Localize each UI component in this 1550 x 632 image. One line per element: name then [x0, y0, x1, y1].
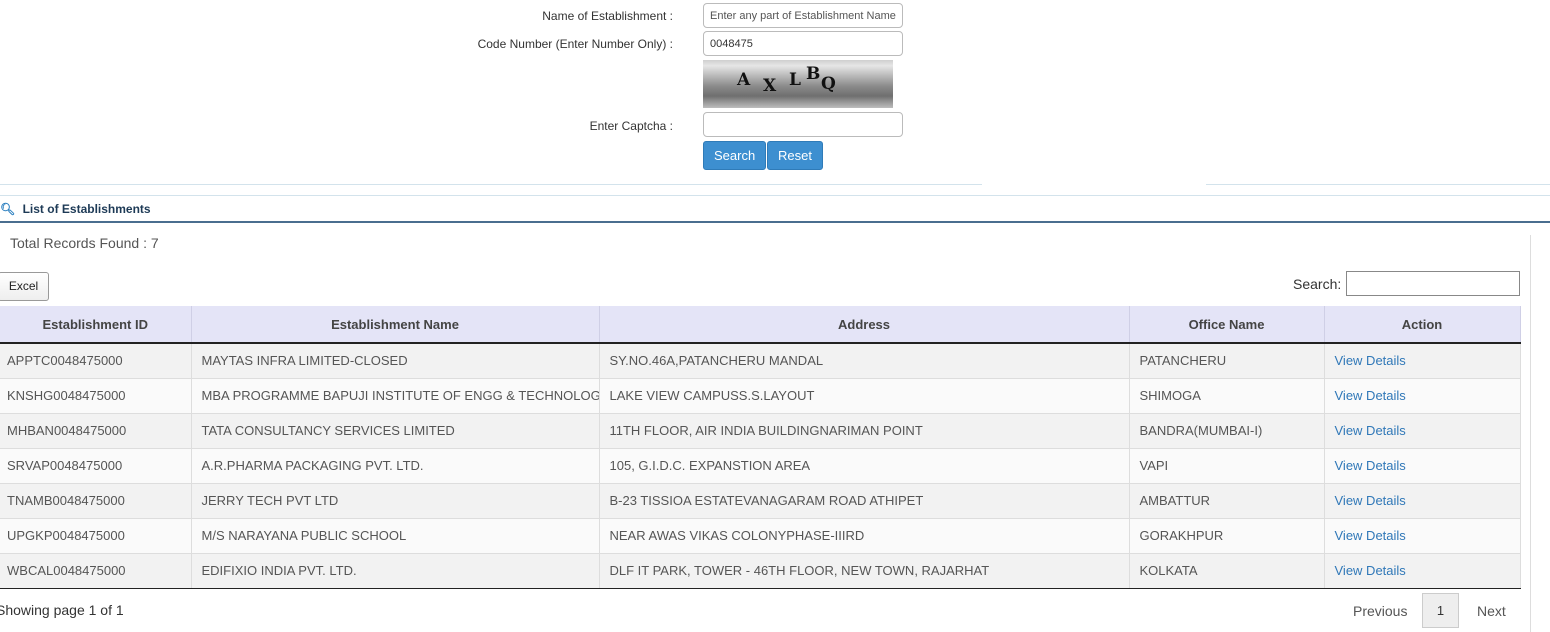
action-cell: View Details: [1324, 343, 1521, 379]
address-cell: 105, G.I.D.C. EXPANSTION AREA: [599, 448, 1130, 484]
section-heading: 🔍︎ List of Establishments: [0, 202, 151, 216]
table-row: APPTC0048475000 MAYTAS INFRA LIMITED-CLO…: [0, 343, 1521, 379]
captcha-char: B: [806, 64, 821, 84]
code-number-label: Code Number (Enter Number Only) :: [477, 37, 673, 51]
view-details-link[interactable]: View Details: [1335, 528, 1406, 543]
establishments-table: Establishment ID Establishment Name Addr…: [0, 306, 1521, 589]
table-row: KNSHG0048475000 MBA PROGRAMME BAPUJI INS…: [0, 378, 1521, 414]
office-name-cell: GORAKHPUR: [1129, 518, 1325, 554]
establishment-name-input[interactable]: [703, 3, 903, 28]
establishment-id-cell: WBCAL0048475000: [0, 553, 192, 589]
office-name-cell: KOLKATA: [1129, 553, 1325, 589]
table-search-label: Search:: [1293, 276, 1342, 292]
view-details-link[interactable]: View Details: [1335, 388, 1406, 403]
establishment-id-cell: SRVAP0048475000: [0, 448, 192, 484]
establishment-name-cell: M/S NARAYANA PUBLIC SCHOOL: [191, 518, 600, 554]
action-cell: View Details: [1324, 553, 1521, 589]
view-details-link[interactable]: View Details: [1335, 563, 1406, 578]
address-cell: 11TH FLOOR, AIR INDIA BUILDINGNARIMAN PO…: [599, 413, 1130, 449]
column-header-establishment-name[interactable]: Establishment Name: [191, 306, 600, 344]
view-details-link[interactable]: View Details: [1335, 423, 1406, 438]
search-icon: 🔍︎: [0, 202, 16, 216]
office-name-cell: BANDRA(MUMBAI-I): [1129, 413, 1325, 449]
table-row: UPGKP0048475000 M/S NARAYANA PUBLIC SCHO…: [0, 518, 1521, 554]
table-header-row: Establishment ID Establishment Name Addr…: [0, 306, 1521, 344]
office-name-cell: SHIMOGA: [1129, 378, 1325, 414]
page-1-button[interactable]: 1: [1422, 593, 1459, 628]
divider: [0, 195, 1550, 196]
code-number-input[interactable]: [703, 31, 903, 56]
establishment-id-cell: UPGKP0048475000: [0, 518, 192, 554]
view-details-link[interactable]: View Details: [1335, 353, 1406, 368]
action-cell: View Details: [1324, 483, 1521, 519]
captcha-char: Q: [821, 74, 836, 94]
action-cell: View Details: [1324, 518, 1521, 554]
captcha-char: A: [737, 70, 751, 90]
office-name-cell: VAPI: [1129, 448, 1325, 484]
establishment-name-cell: TATA CONSULTANCY SERVICES LIMITED: [191, 413, 600, 449]
view-details-link[interactable]: View Details: [1335, 493, 1406, 508]
establishment-name-cell: MBA PROGRAMME BAPUJI INSTITUTE OF ENGG &…: [191, 378, 600, 414]
table-search-input[interactable]: [1346, 271, 1520, 296]
address-cell: NEAR AWAS VIKAS COLONYPHASE-IIIRD: [599, 518, 1130, 554]
establishment-name-cell: A.R.PHARMA PACKAGING PVT. LTD.: [191, 448, 600, 484]
column-header-establishment-id[interactable]: Establishment ID: [0, 306, 192, 344]
address-cell: DLF IT PARK, TOWER - 46TH FLOOR, NEW TOW…: [599, 553, 1130, 589]
table-row: WBCAL0048475000 EDIFIXIO INDIA PVT. LTD.…: [0, 553, 1521, 589]
search-button[interactable]: Search: [703, 141, 767, 170]
section-divider: [0, 221, 1550, 223]
captcha-char: X: [763, 76, 777, 96]
establishment-id-cell: MHBAN0048475000: [0, 413, 192, 449]
divider: [1206, 184, 1550, 185]
view-details-link[interactable]: View Details: [1335, 458, 1406, 473]
establishment-name-cell: EDIFIXIO INDIA PVT. LTD.: [191, 553, 600, 589]
action-cell: View Details: [1324, 413, 1521, 449]
column-header-office-name[interactable]: Office Name: [1129, 306, 1325, 344]
divider: [0, 184, 982, 185]
captcha-char: L: [789, 70, 801, 90]
establishment-id-cell: KNSHG0048475000: [0, 378, 192, 414]
action-cell: View Details: [1324, 448, 1521, 484]
establishment-id-cell: APPTC0048475000: [0, 343, 192, 379]
office-name-cell: AMBATTUR: [1129, 483, 1325, 519]
pagination-info: Showing page 1 of 1: [0, 602, 124, 618]
excel-export-button[interactable]: Excel: [0, 272, 49, 301]
establishment-name-cell: MAYTAS INFRA LIMITED-CLOSED: [191, 343, 600, 379]
establishment-name-label: Name of Establishment :: [542, 9, 673, 23]
reset-button[interactable]: Reset: [767, 141, 823, 170]
column-header-address[interactable]: Address: [599, 306, 1130, 344]
next-page-button[interactable]: Next: [1477, 603, 1506, 619]
captcha-input[interactable]: [703, 112, 903, 137]
table-row: SRVAP0048475000 A.R.PHARMA PACKAGING PVT…: [0, 448, 1521, 484]
address-cell: LAKE VIEW CAMPUSS.S.LAYOUT: [599, 378, 1130, 414]
address-cell: B-23 TISSIOA ESTATEVANAGARAM ROAD ATHIPE…: [599, 483, 1130, 519]
column-header-action[interactable]: Action: [1324, 306, 1521, 344]
captcha-label: Enter Captcha :: [589, 119, 673, 133]
previous-page-button[interactable]: Previous: [1353, 603, 1407, 619]
office-name-cell: PATANCHERU: [1129, 343, 1325, 379]
address-cell: SY.NO.46A,PATANCHERU MANDAL: [599, 343, 1130, 379]
establishment-id-cell: TNAMB0048475000: [0, 483, 192, 519]
table-row: MHBAN0048475000 TATA CONSULTANCY SERVICE…: [0, 413, 1521, 449]
total-records: Total Records Found : 7: [10, 235, 159, 251]
table-row: TNAMB0048475000 JERRY TECH PVT LTD B-23 …: [0, 483, 1521, 519]
establishment-name-cell: JERRY TECH PVT LTD: [191, 483, 600, 519]
action-cell: View Details: [1324, 378, 1521, 414]
captcha-image: A X L B Q: [703, 60, 893, 108]
scroll-edge: [1530, 235, 1531, 632]
section-title-text: List of Establishments: [22, 202, 151, 216]
